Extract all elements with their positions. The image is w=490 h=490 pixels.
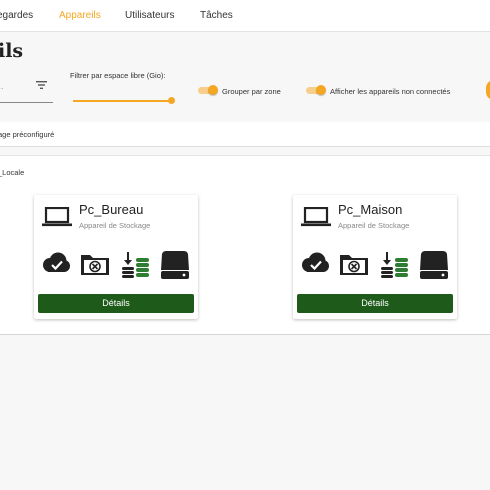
device-name: Pc_Maison	[338, 202, 403, 217]
nav-tab-taches[interactable]: Tâches	[200, 10, 233, 21]
toggle-knob	[316, 85, 326, 95]
toggle-knob	[208, 85, 218, 95]
filter-icon[interactable]	[36, 81, 47, 89]
show-disconnected-toggle[interactable]	[306, 85, 326, 95]
laptop-icon	[301, 207, 331, 227]
free-space-slider[interactable]	[73, 96, 175, 106]
device-card: Pc_Maison Appareil de Stockage Détails	[293, 195, 457, 319]
show-disconnected-label: Afficher les appareils non connectés	[330, 87, 451, 96]
nav-tab-utilisateurs[interactable]: Utilisateurs	[125, 10, 174, 21]
zone-panel: _Locale Pc_Bureau Appareil de Stockage D…	[0, 155, 490, 335]
storage-level-icon	[381, 252, 408, 278]
hard-drive-icon	[420, 251, 448, 279]
search-placeholder: ...	[0, 81, 4, 91]
device-card: Pc_Bureau Appareil de Stockage Détails	[34, 195, 198, 319]
add-device-button[interactable]	[486, 80, 490, 100]
slider-track	[73, 100, 173, 102]
laptop-icon	[42, 207, 72, 227]
storage-level-icon	[122, 252, 149, 278]
preconfigured-storage-label: age préconfiguré	[0, 130, 55, 139]
search-input[interactable]: ...	[0, 70, 53, 103]
device-type: Appareil de Stockage	[338, 221, 410, 230]
page-title: ils	[0, 40, 24, 62]
folder-cancel-icon	[81, 255, 109, 275]
group-by-zone-label: Grouper par zone	[222, 87, 281, 96]
folder-cancel-icon	[340, 255, 368, 275]
details-button[interactable]: Détails	[38, 294, 194, 313]
cloud-check-icon	[302, 252, 329, 272]
cloud-check-icon	[43, 252, 70, 272]
zone-label: _Locale	[0, 168, 25, 177]
preconfigured-storage-bar[interactable]: age préconfiguré	[0, 122, 490, 147]
details-button[interactable]: Détails	[297, 294, 453, 313]
group-by-zone-toggle[interactable]	[198, 85, 218, 95]
nav-tab-appareils[interactable]: Appareils	[59, 10, 101, 21]
free-space-filter-label: Filtrer par espace libre (Gio):	[70, 71, 166, 80]
device-name: Pc_Bureau	[79, 202, 144, 217]
slider-thumb[interactable]	[168, 97, 175, 104]
top-navigation: egardes Appareils Utilisateurs Tâches	[0, 0, 490, 32]
device-type: Appareil de Stockage	[79, 221, 151, 230]
nav-tab-sauvegardes[interactable]: egardes	[0, 10, 33, 21]
hard-drive-icon	[161, 251, 189, 279]
